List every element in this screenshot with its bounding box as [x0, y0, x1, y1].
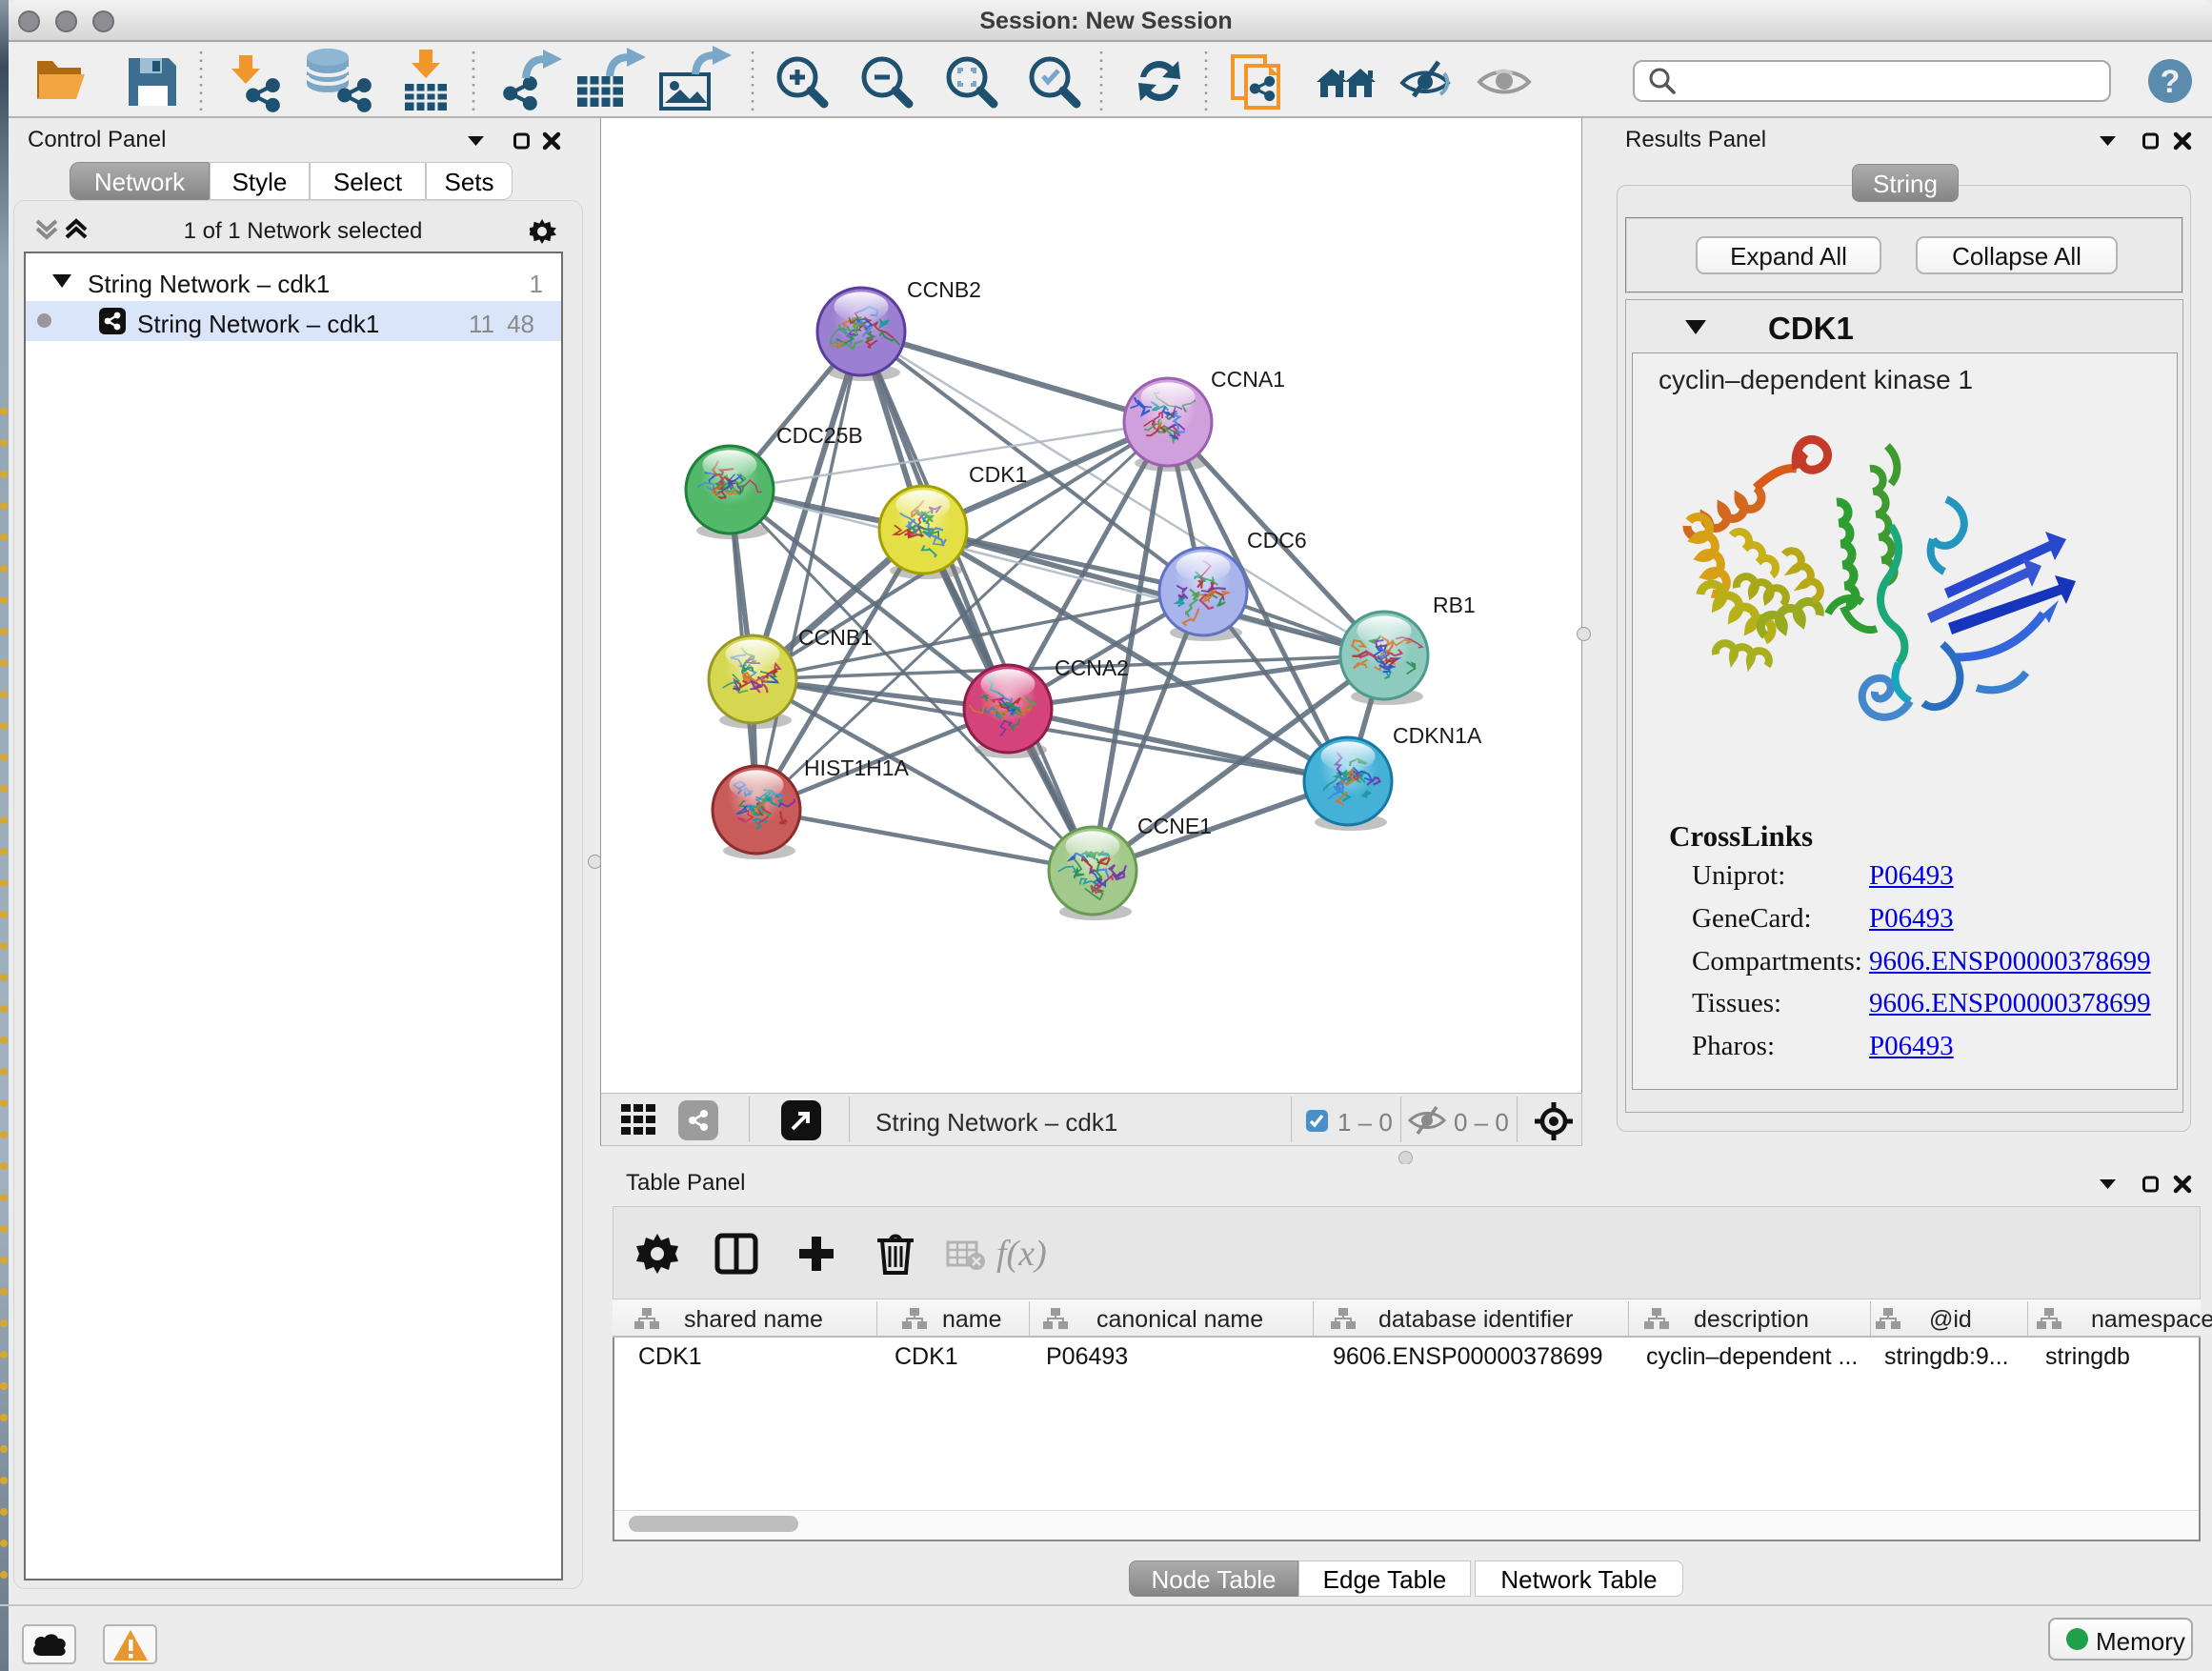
svg-text:CCNB1: CCNB1 [798, 625, 873, 650]
svg-text:RB1: RB1 [1433, 593, 1476, 617]
svg-text:?: ? [2161, 64, 2181, 100]
svg-text:CDKN1A: CDKN1A [1393, 723, 1482, 748]
svg-text:CCNA1: CCNA1 [1211, 367, 1285, 392]
svg-text:CDK1: CDK1 [969, 462, 1027, 487]
svg-text:CDC25B: CDC25B [776, 423, 863, 448]
svg-text:CCNA2: CCNA2 [1055, 655, 1129, 680]
svg-text:CCNE1: CCNE1 [1137, 814, 1212, 838]
svg-text:CCNB2: CCNB2 [907, 277, 981, 302]
svg-text:CDC6: CDC6 [1247, 528, 1307, 553]
svg-text:HIST1H1A: HIST1H1A [804, 755, 910, 780]
